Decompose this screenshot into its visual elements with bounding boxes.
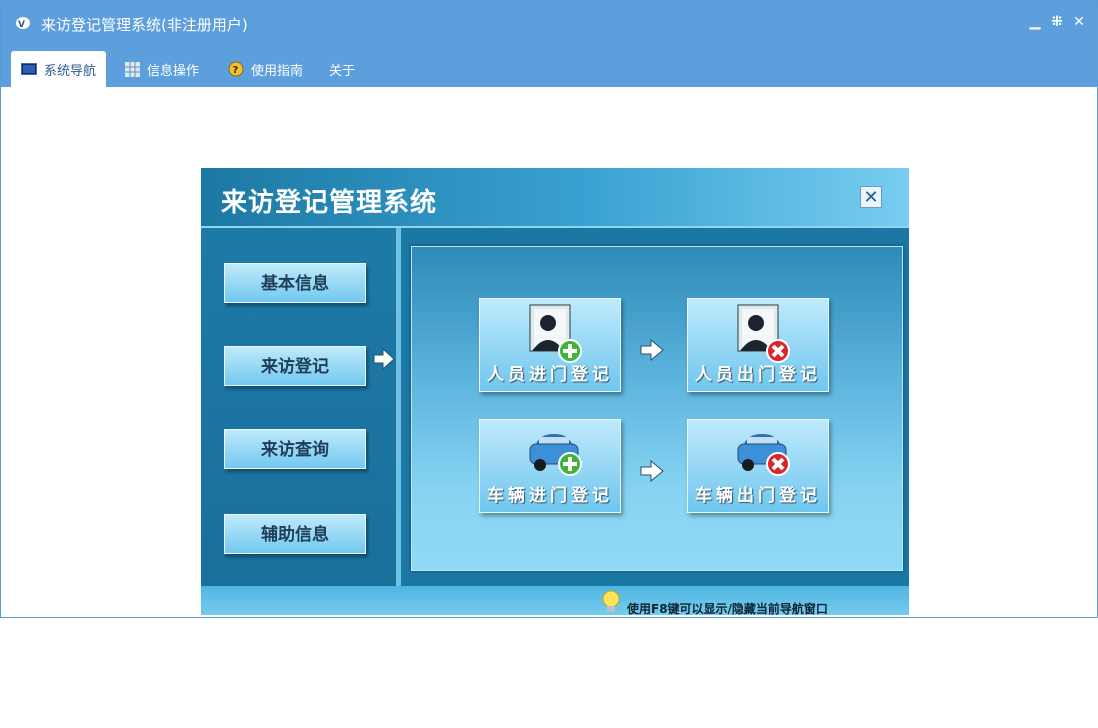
help-icon: ? — [228, 61, 244, 77]
tile-label: 人员进门登记 — [487, 365, 613, 385]
title-bar[interactable]: V 来访登记管理系统(非注册用户) ▁ ⁜ ✕ — [1, 1, 1097, 47]
tile-person-enter[interactable]: 人员进门登记 — [479, 298, 621, 392]
menu-item-guide[interactable]: ? 使用指南 — [218, 51, 313, 87]
person-add-icon — [529, 304, 582, 363]
arrow-right-icon — [640, 460, 664, 482]
minimize-icon[interactable]: ▁ — [1027, 13, 1043, 31]
menu-item-about[interactable]: 关于 — [319, 51, 365, 87]
tile-label: 人员出门登记 — [695, 365, 821, 385]
menu-label: 系统导航 — [44, 63, 97, 79]
arrow-right-icon — [640, 339, 664, 361]
menu-bar: 系统导航 信息操作 ? 使用指南 关于 — [1, 47, 1097, 87]
tile-person-exit[interactable]: 人员出门登记 — [687, 298, 829, 392]
tile-vehicle-exit[interactable]: 车辆出门登记 — [687, 419, 829, 513]
nav-button-basic-info[interactable]: 基本信息 — [224, 263, 366, 303]
window-title: 来访登记管理系统(非注册用户) — [41, 16, 248, 34]
tile-vehicle-enter[interactable]: 车辆进门登记 — [479, 419, 621, 513]
panel-divider — [396, 228, 401, 586]
car-remove-icon — [737, 434, 790, 476]
close-icon[interactable]: ✕ — [1071, 13, 1087, 31]
app-logo-icon: V — [16, 17, 30, 30]
panel-header: 来访登记管理系统 ✕ — [201, 168, 909, 228]
svg-text:V: V — [18, 20, 25, 30]
nav-button-visit-register[interactable]: 来访登记 — [224, 346, 366, 386]
tile-label: 车辆进门登记 — [487, 486, 613, 506]
nav-panel: 来访登记管理系统 ✕ 基本信息 来访登记 来访查询 辅助信息 人员进门登记 人员… — [201, 168, 909, 615]
panel-close-icon[interactable]: ✕ — [860, 186, 882, 208]
panel-title: 来访登记管理系统 — [221, 188, 438, 218]
restore-icon[interactable]: ⁜ — [1049, 13, 1065, 31]
lightbulb-icon — [602, 590, 620, 612]
svg-text:?: ? — [233, 65, 239, 76]
panel-sidebar: 基本信息 来访登记 来访查询 辅助信息 — [201, 228, 396, 586]
tile-area: 人员进门登记 人员出门登记 车辆进门登记 车辆出门登记 — [411, 246, 903, 571]
panel-footer: 使用F8键可以显示/隐藏当前导航窗口 — [201, 586, 909, 615]
app-window: V 来访登记管理系统(非注册用户) ▁ ⁜ ✕ 系统导航 信息操作 ? 使用指南… — [0, 0, 1098, 618]
tile-label: 车辆出门登记 — [695, 486, 821, 506]
person-remove-icon — [737, 304, 790, 363]
menu-item-info-ops[interactable]: 信息操作 — [115, 51, 209, 87]
nav-button-aux-info[interactable]: 辅助信息 — [224, 514, 366, 554]
menu-label: 信息操作 — [147, 63, 200, 79]
menu-item-system-nav[interactable]: 系统导航 — [11, 51, 107, 87]
grid-icon — [125, 61, 140, 77]
main-content: 来访登记管理系统 ✕ 基本信息 来访登记 来访查询 辅助信息 人员进门登记 人员… — [1, 87, 1097, 616]
menu-label: 关于 — [329, 63, 356, 79]
car-add-icon — [529, 434, 582, 476]
monitor-icon — [21, 62, 37, 75]
menu-label: 使用指南 — [251, 63, 304, 79]
selected-arrow-icon — [373, 348, 395, 370]
nav-button-visit-query[interactable]: 来访查询 — [224, 429, 366, 469]
footer-hint: 使用F8键可以显示/隐藏当前导航窗口 — [627, 602, 828, 615]
